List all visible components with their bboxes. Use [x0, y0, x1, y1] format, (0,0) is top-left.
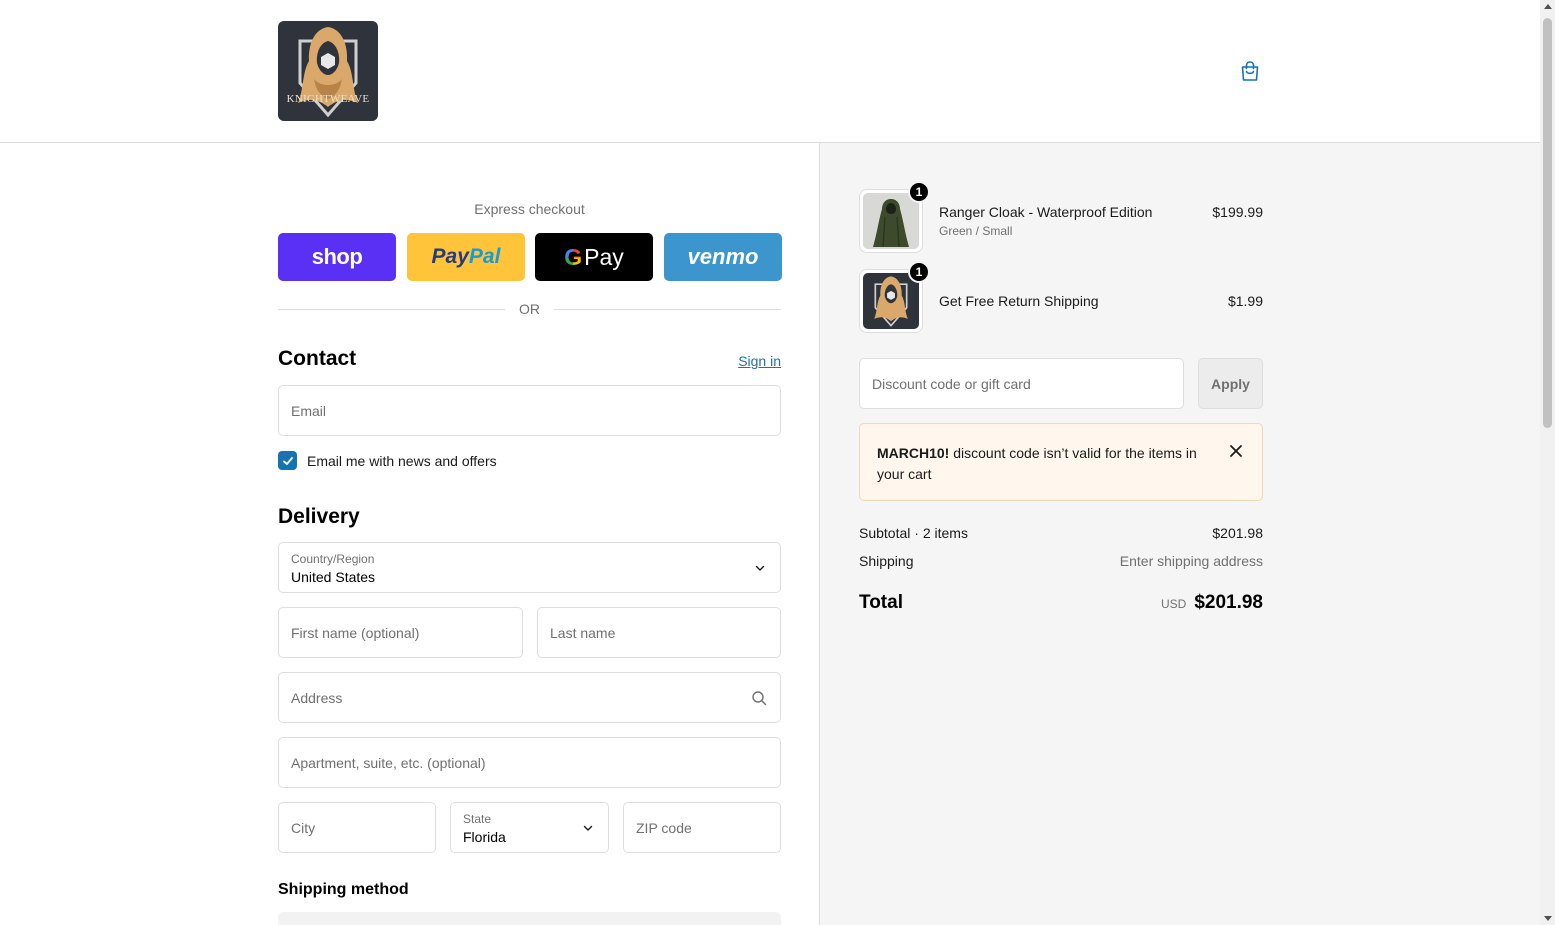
- paypal-label-pay: Pay: [431, 245, 469, 268]
- express-checkout-title: Express checkout: [474, 201, 585, 217]
- discount-placeholder: Discount code or gift card: [872, 376, 1031, 392]
- contact-heading: Contact: [278, 347, 357, 370]
- subtotal-row: Subtotal · 2 items $201.98: [859, 525, 1263, 541]
- subtotal-value: $201.98: [1212, 525, 1263, 541]
- venmo-button[interactable]: venmo: [664, 233, 782, 281]
- checkmark-icon: [282, 456, 293, 465]
- total-amount: USD $201.98: [1161, 592, 1263, 614]
- apply-discount-button[interactable]: Apply: [1198, 358, 1263, 409]
- newsletter-label: Email me with news and offers: [307, 453, 497, 469]
- hooded-knight-logo-icon: [874, 276, 908, 327]
- google-pay-label: Pay: [584, 243, 624, 270]
- shipping-method-placeholder-box: [278, 912, 781, 925]
- cart-item-name: Get Free Return Shipping: [939, 293, 1099, 309]
- cart-item-variant: Green / Small: [939, 224, 1013, 238]
- alert-discount-code: MARCH10!: [877, 445, 950, 461]
- cloak-image: [863, 193, 919, 249]
- venmo-label: venmo: [687, 244, 759, 269]
- brand-logo[interactable]: KNIGHTWEAVE: [278, 21, 378, 121]
- city-field[interactable]: City: [278, 802, 436, 853]
- close-icon[interactable]: [1228, 443, 1244, 459]
- apartment-field[interactable]: Apartment, suite, etc. (optional): [278, 737, 781, 788]
- chevron-down-icon: [583, 825, 593, 831]
- country-value: United States: [291, 569, 376, 585]
- order-summary-column: 1 Ranger Cloak - Waterproof Edition Gree…: [819, 143, 1540, 925]
- last-name-field[interactable]: Last name: [537, 607, 781, 658]
- email-field[interactable]: Email: [278, 385, 781, 436]
- green-cloak-icon: [863, 193, 919, 249]
- shipping-label: Shipping: [859, 553, 914, 569]
- sign-in-link[interactable]: Sign in: [700, 353, 781, 369]
- page-scrollbar[interactable]: [1540, 0, 1555, 925]
- paypal-label-pal: Pal: [468, 245, 501, 268]
- cart-item-price: $1.99: [1227, 293, 1263, 309]
- subtotal-label: Subtotal · 2 items: [859, 525, 968, 541]
- hooded-knight-logo-icon: [298, 27, 358, 118]
- state-label: State: [463, 812, 492, 826]
- first-name-placeholder: First name (optional): [291, 625, 420, 641]
- divider-line: [278, 308, 505, 310]
- zip-code-field[interactable]: ZIP code: [623, 802, 781, 853]
- shop-pay-label: shop: [311, 244, 363, 269]
- alert-message: MARCH10! discount code isn’t valid for t…: [877, 443, 1217, 485]
- total-label: Total: [859, 592, 903, 613]
- chevron-down-icon: [755, 565, 765, 571]
- search-icon[interactable]: [751, 690, 767, 706]
- logo-wordmark: KNIGHTWEAVE: [286, 93, 370, 105]
- zip-code-placeholder: ZIP code: [636, 820, 692, 836]
- first-name-field[interactable]: First name (optional): [278, 607, 523, 658]
- state-value: Florida: [463, 829, 506, 845]
- cart-item-name: Ranger Cloak - Waterproof Edition: [939, 204, 1153, 220]
- country-label: Country/Region: [291, 552, 375, 566]
- discount-error-alert: MARCH10! discount code isn’t valid for t…: [859, 423, 1263, 501]
- checkout-form-column: Express checkout shop Pay Pal G Pay venmo…: [0, 143, 819, 925]
- country-select[interactable]: Country/Region United States: [278, 542, 781, 593]
- site-header: KNIGHTWEAVE: [0, 0, 1540, 143]
- product-thumbnail: 1: [859, 181, 930, 253]
- shipping-value: Enter shipping address: [1119, 553, 1263, 569]
- or-label: OR: [519, 301, 540, 317]
- google-pay-button[interactable]: G Pay: [535, 233, 653, 281]
- discount-code-input[interactable]: Discount code or gift card: [859, 358, 1184, 409]
- total-row: Total USD $201.98: [859, 592, 1263, 614]
- address-placeholder: Address: [291, 690, 343, 706]
- city-placeholder: City: [291, 820, 316, 836]
- scrollbar-thumb[interactable]: [1543, 18, 1552, 428]
- total-value: $201.98: [1194, 592, 1263, 613]
- shipping-method-heading: Shipping method: [278, 881, 409, 898]
- divider-line: [554, 308, 781, 310]
- newsletter-checkbox[interactable]: [278, 451, 297, 470]
- return-shipping-image: [863, 273, 919, 329]
- shop-pay-button[interactable]: shop: [278, 233, 396, 281]
- cart-item-price: $199.99: [1212, 204, 1263, 220]
- state-select[interactable]: State Florida: [450, 802, 609, 853]
- shopping-bag-icon[interactable]: [1238, 59, 1262, 83]
- scroll-down-arrow-icon[interactable]: [1544, 916, 1552, 921]
- delivery-heading: Delivery: [278, 505, 360, 528]
- last-name-placeholder: Last name: [550, 625, 616, 641]
- shipping-row: Shipping Enter shipping address: [859, 553, 1263, 569]
- paypal-button[interactable]: Pay Pal: [407, 233, 525, 281]
- quantity-badge: 1: [908, 181, 930, 203]
- scroll-up-arrow-icon[interactable]: [1544, 4, 1552, 9]
- google-g-icon: G: [564, 243, 583, 270]
- total-currency: USD: [1160, 597, 1187, 611]
- quantity-badge: 1: [908, 261, 930, 283]
- address-field[interactable]: Address: [278, 672, 781, 723]
- email-placeholder: Email: [291, 403, 327, 419]
- product-thumbnail: 1: [859, 261, 930, 333]
- or-divider: OR: [278, 301, 781, 317]
- apartment-placeholder: Apartment, suite, etc. (optional): [291, 755, 486, 771]
